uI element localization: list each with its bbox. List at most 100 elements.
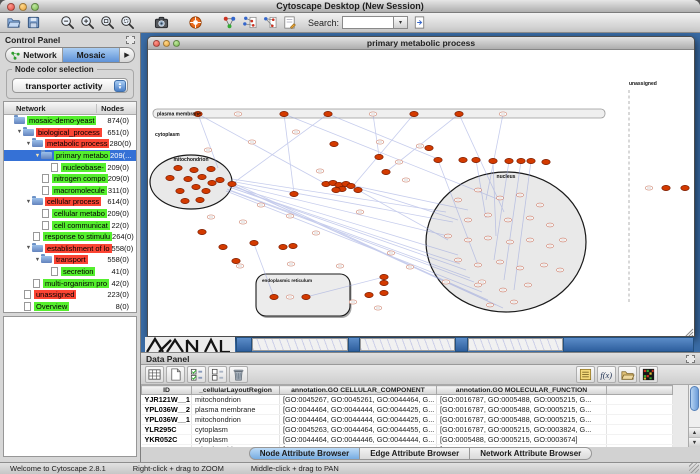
open-icon[interactable]	[5, 14, 22, 31]
node-color-dropdown[interactable]: transporter activity	[12, 78, 128, 93]
tree-row-metabolic-process[interactable]: ▼metabolic process280(0)	[4, 138, 136, 150]
table-cell[interactable]: [GO:0016787, GO:0005488, GO:0005215, G..…	[437, 405, 607, 415]
window-resize-grip[interactable]	[685, 329, 693, 337]
table-cell[interactable]: YPL036W__2	[142, 405, 192, 415]
resize-grip[interactable]	[689, 463, 699, 473]
tree-row-biological-process[interactable]: ▼biological_process651(0)	[4, 127, 136, 139]
zoom-icon[interactable]	[173, 40, 180, 47]
table-icon[interactable]	[145, 366, 164, 383]
table-cell[interactable]: [GO:0016787, GO:0005488, GO:0005215, G..…	[437, 395, 607, 405]
table-cell[interactable]: [GO:0044464, GO:0044444, GO:0044425, G..…	[280, 405, 437, 415]
network-canvas[interactable]: plasma membranecytoplasmmitochondrionnuc…	[148, 50, 694, 336]
tab-network-attribute-browser[interactable]: Network Attribute Browser	[470, 447, 592, 460]
background-window-thumb[interactable]	[468, 338, 563, 351]
network-window-titlebar[interactable]: primary metabolic process	[148, 37, 694, 50]
new-document-icon[interactable]	[166, 366, 185, 383]
table-row[interactable]: YKR052Ccytoplasm[GO:0044464, GO:0044446,…	[142, 435, 673, 445]
tree-row-nucleobase[interactable]: nucleobase-209(0)	[4, 161, 136, 173]
table-header-cell[interactable]: ID	[142, 386, 192, 395]
table-header-cell[interactable]: annotation.GO MOLECULAR_FUNCTION	[437, 386, 607, 395]
compartment-plasma-membrane[interactable]	[153, 109, 605, 118]
minimize-icon[interactable]	[163, 40, 170, 47]
background-window-thumb[interactable]	[360, 338, 455, 351]
network-canvas-svg[interactable]: plasma membranecytoplasmmitochondrionnuc…	[148, 50, 694, 337]
table-row[interactable]: YJR121W__1mitochondrion[GO:0045267, GO:0…	[142, 395, 673, 405]
background-window-zoomed[interactable]	[145, 337, 235, 352]
table-row[interactable]: YLR295Ccytoplasm[GO:0045263, GO:0044464,…	[142, 425, 673, 435]
tree-row-unassigned[interactable]: unassigned223(0)	[4, 289, 136, 301]
snapshot-icon[interactable]	[153, 14, 170, 31]
vizmapper-icon[interactable]	[221, 14, 238, 31]
background-window-edge[interactable]	[455, 337, 468, 352]
tree-row-establishment-of-lo[interactable]: ▼establishment of lo558(0)	[4, 243, 136, 255]
attribute-list-icon[interactable]	[576, 366, 595, 383]
table-cell[interactable]: YLR295C	[142, 425, 192, 435]
table-cell[interactable]: [GO:0045267, GO:0045261, GO:0044464, G..…	[280, 395, 437, 405]
table-cell[interactable]: [GO:0016787, GO:0005215, GO:0003824, G..…	[437, 425, 607, 435]
table-cell[interactable]: [GO:0045263, GO:0044464, GO:0044455, G..…	[280, 425, 437, 435]
tree-row-secretion[interactable]: secretion41(0)	[4, 266, 136, 278]
tree-column-network[interactable]: Network	[4, 104, 46, 113]
tree-row-primary-metabo[interactable]: ▼primary metabo209(...	[4, 150, 136, 162]
table-row[interactable]: YPL036W__1mitochondrion[GO:0044464, GO:0…	[142, 415, 673, 425]
table-cell[interactable]: mitochondrion	[192, 395, 280, 405]
table-header-cell[interactable]: _cellularLayoutRegion	[192, 386, 280, 395]
tree-expander-icon[interactable]: ▼	[25, 245, 32, 251]
zoom-out-icon[interactable]	[59, 14, 76, 31]
zoom-in-icon[interactable]	[79, 14, 96, 31]
tab-overflow-arrow[interactable]: ▶	[120, 48, 134, 62]
link-document-icon[interactable]	[411, 14, 428, 31]
tree-row-response-to-stimulu[interactable]: response to stimulu264(0)	[4, 231, 136, 243]
background-window-edge[interactable]	[348, 337, 360, 352]
zoom-button[interactable]	[31, 3, 39, 11]
table-vertical-scrollbar[interactable]	[688, 385, 700, 447]
search-input[interactable]	[342, 16, 394, 29]
delete-attribute-icon[interactable]	[229, 366, 248, 383]
scrollbar-thumb[interactable]	[690, 386, 699, 411]
zoom-fit-icon[interactable]	[99, 14, 116, 31]
import-attributes-icon[interactable]	[618, 366, 637, 383]
table-cell[interactable]: mitochondrion	[192, 415, 280, 425]
close-icon[interactable]	[153, 40, 160, 47]
table-header-cell[interactable]: annotation.GO CELLULAR_COMPONENT	[280, 386, 437, 395]
tab-network[interactable]: Network	[6, 48, 63, 62]
float-icon[interactable]	[126, 36, 135, 44]
zoom-selected-icon[interactable]	[119, 14, 136, 31]
table-cell[interactable]: [GO:0044464, GO:0044446, GO:0044444, G..…	[280, 435, 437, 445]
table-cell[interactable]: [GO:0016787, GO:0005488, GO:0005215, G..…	[437, 415, 607, 425]
save-icon[interactable]	[25, 14, 42, 31]
scroll-up-icon[interactable]	[689, 427, 700, 437]
search-dropdown-button[interactable]	[394, 16, 408, 29]
table-row[interactable]: YPL036W__2plasma membrane[GO:0044464, GO…	[142, 405, 673, 415]
table-cell[interactable]: [GO:0044464, GO:0044444, GO:0044425, G..…	[280, 415, 437, 425]
tab-mosaic[interactable]: Mosaic	[63, 48, 120, 62]
tree-expander-icon[interactable]: ▼	[34, 257, 41, 263]
tree-row-multi-organism-pro[interactable]: multi-organism pro42(0)	[4, 277, 136, 289]
tree-row-transport[interactable]: ▼transport558(0)	[4, 254, 136, 266]
tree-column-nodes[interactable]: Nodes	[96, 104, 136, 113]
select-attributes-icon[interactable]	[187, 366, 206, 383]
unselect-attributes-icon[interactable]	[208, 366, 227, 383]
birds-eye-view-panel[interactable]	[3, 316, 137, 457]
tree-expander-icon[interactable]: ▼	[16, 129, 23, 135]
table-cell[interactable]: plasma membrane	[192, 405, 280, 415]
tree-row-cellular-process[interactable]: ▼cellular process614(0)	[4, 196, 136, 208]
table-cell[interactable]: YKR052C	[142, 435, 192, 445]
edit-network-alt-icon[interactable]	[261, 14, 278, 31]
tree-expander-icon[interactable]: ▼	[25, 141, 32, 147]
table-cell[interactable]: cytoplasm	[192, 435, 280, 445]
annotation-icon[interactable]	[281, 14, 298, 31]
table-cell[interactable]: cytoplasm	[192, 425, 280, 435]
scrollbar-track[interactable]	[689, 412, 700, 427]
tree-row-cellular-metabo[interactable]: cellular metabo209(0)	[4, 208, 136, 220]
close-button[interactable]	[7, 3, 15, 11]
help-icon[interactable]	[187, 14, 204, 31]
table-cell[interactable]: YJR121W__1	[142, 395, 192, 405]
tab-edge-attribute-browser[interactable]: Edge Attribute Browser	[360, 447, 470, 460]
background-window-edge[interactable]	[236, 337, 252, 352]
tree-expander-icon[interactable]: ▼	[25, 199, 32, 205]
table-cell[interactable]: YPL036W__1	[142, 415, 192, 425]
tree-row-mosaic-demo-yeast[interactable]: mosaic-demo-yeast874(0)	[4, 115, 136, 127]
matrix-icon[interactable]	[639, 366, 658, 383]
background-window-edge[interactable]	[563, 337, 694, 352]
